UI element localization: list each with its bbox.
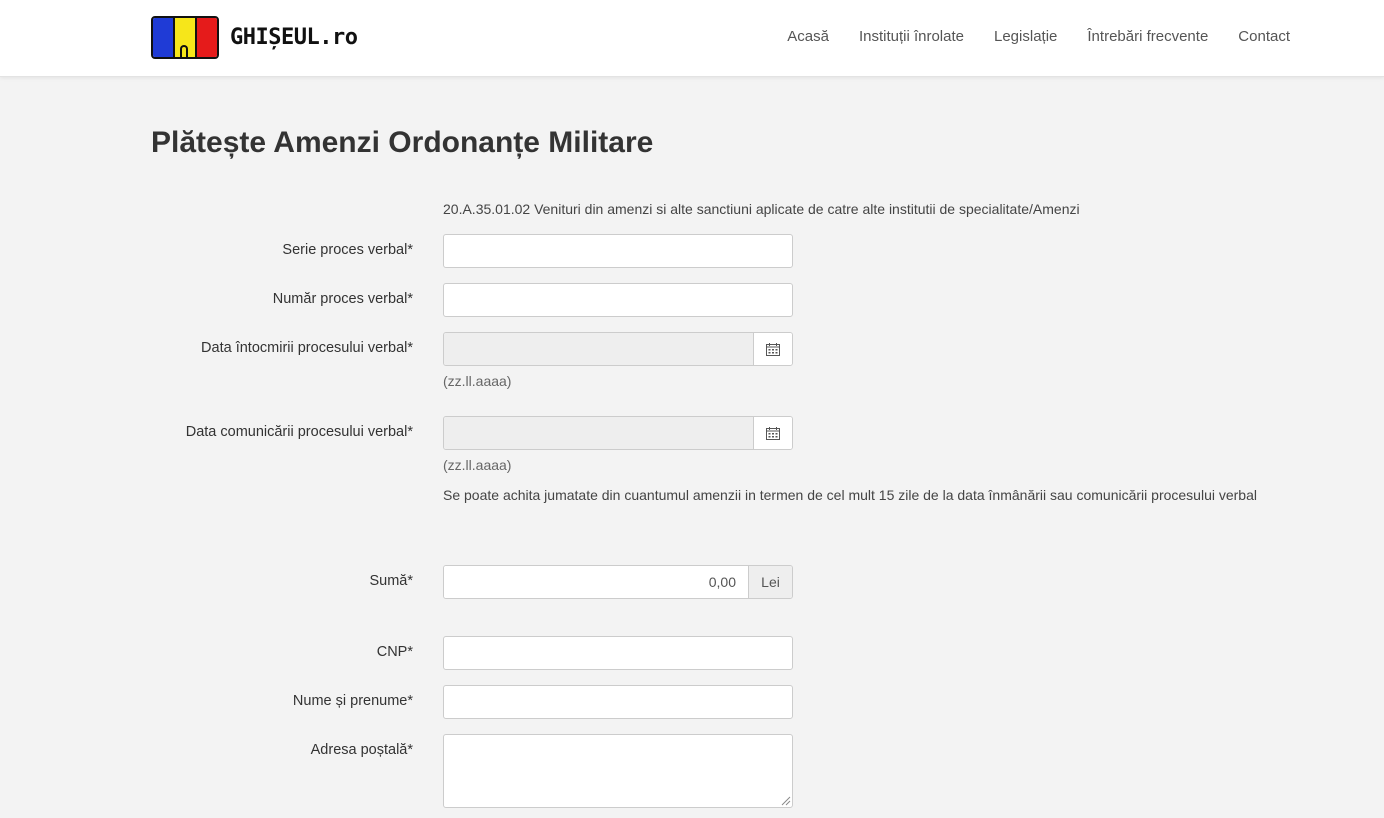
resize-grip-icon[interactable] bbox=[781, 796, 791, 806]
main-nav: Acasă Instituții înrolate Legislație Înt… bbox=[787, 28, 1290, 45]
numar-label: Număr proces verbal* bbox=[272, 291, 413, 307]
calendar-icon bbox=[766, 426, 780, 440]
data-comunicarii-input[interactable] bbox=[444, 417, 753, 449]
logo-text: GHIȘEUL.ro bbox=[230, 25, 358, 50]
numar-input[interactable] bbox=[443, 283, 793, 317]
nav-contact[interactable]: Contact bbox=[1238, 28, 1290, 45]
nav-acasa[interactable]: Acasă bbox=[787, 28, 829, 45]
adresa-textarea[interactable] bbox=[443, 734, 793, 808]
cnp-label: CNP* bbox=[376, 644, 413, 660]
date-format-hint: (zz.ll.aaaa) bbox=[443, 457, 512, 473]
adresa-label: Adresa poștală* bbox=[310, 742, 413, 758]
date-format-hint: (zz.ll.aaaa) bbox=[443, 373, 512, 389]
data-intocmirii-field bbox=[443, 332, 793, 366]
nav-intrebari[interactable]: Întrebări frecvente bbox=[1087, 28, 1208, 45]
nav-legislatie[interactable]: Legislație bbox=[994, 28, 1057, 45]
data-intocmirii-input[interactable] bbox=[444, 333, 753, 365]
flag-logo-icon bbox=[151, 16, 219, 59]
suma-field: 0,00 Lei bbox=[443, 565, 793, 599]
page-title: Plătește Amenzi Ordonanțe Militare bbox=[151, 126, 654, 159]
data-intocmirii-label: Data întocmirii procesului verbal* bbox=[201, 340, 413, 356]
suma-label: Sumă* bbox=[369, 573, 413, 589]
data-comunicarii-label: Data comunicării procesului verbal* bbox=[185, 424, 413, 440]
data-comunicarii-field bbox=[443, 416, 793, 450]
site-logo[interactable]: GHIȘEUL.ro bbox=[151, 16, 358, 59]
nume-label: Nume și prenume* bbox=[292, 693, 413, 709]
cnp-input[interactable] bbox=[443, 636, 793, 670]
navbar: GHIȘEUL.ro Acasă Instituții înrolate Leg… bbox=[0, 0, 1384, 77]
budget-code-info: 20.A.35.01.02 Venituri din amenzi si alt… bbox=[443, 201, 1080, 217]
nav-institutii[interactable]: Instituții înrolate bbox=[859, 28, 964, 45]
serie-label: Serie proces verbal* bbox=[282, 242, 413, 258]
nume-input[interactable] bbox=[443, 685, 793, 719]
currency-addon: Lei bbox=[748, 566, 792, 598]
serie-input[interactable] bbox=[443, 234, 793, 268]
calendar-button[interactable] bbox=[753, 417, 792, 449]
calendar-icon bbox=[766, 342, 780, 356]
half-amount-note: Se poate achita jumatate din cuantumul a… bbox=[443, 487, 1257, 503]
suma-input[interactable]: 0,00 bbox=[444, 566, 748, 598]
calendar-button[interactable] bbox=[753, 333, 792, 365]
